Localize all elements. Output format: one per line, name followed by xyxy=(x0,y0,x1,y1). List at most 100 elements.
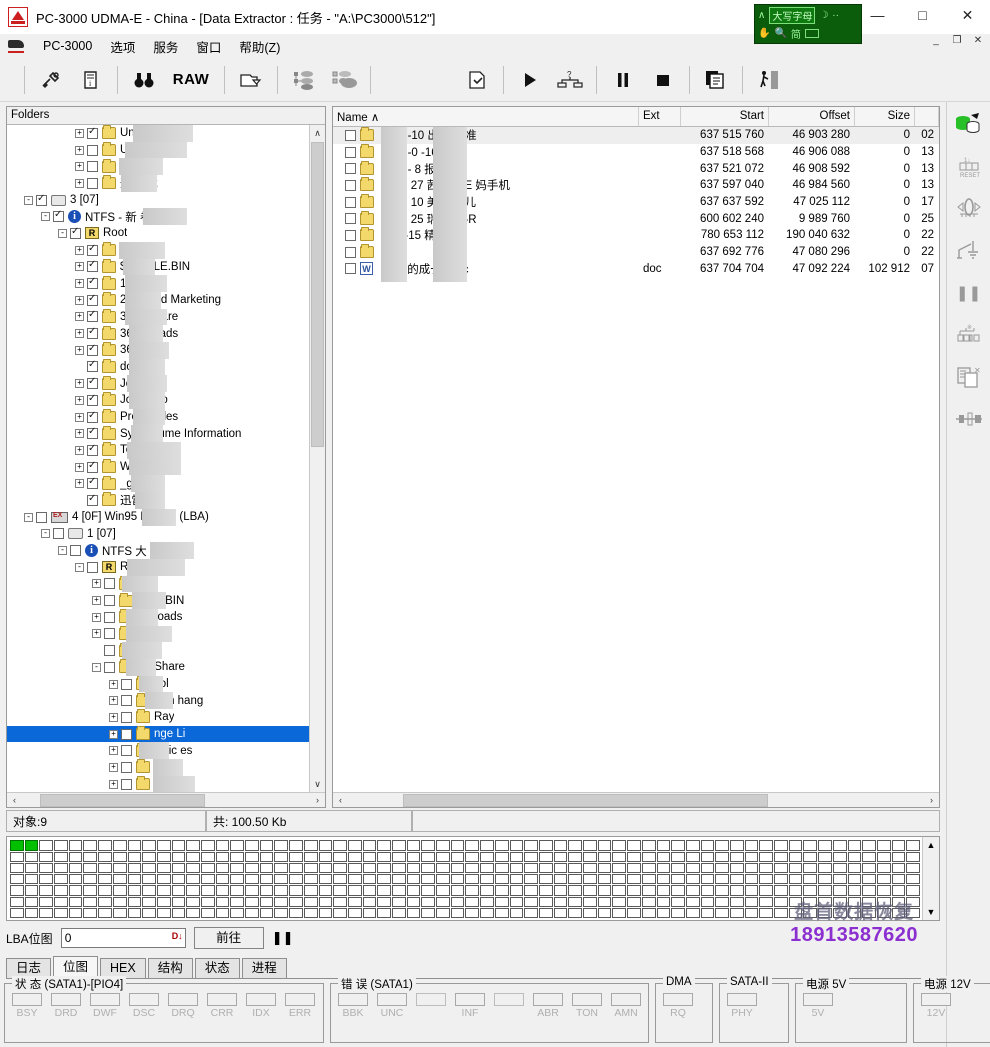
tree-checkbox[interactable] xyxy=(53,528,64,539)
bitmap-cell[interactable] xyxy=(377,885,391,895)
bitmap-cell[interactable] xyxy=(803,852,817,862)
bitmap-cell[interactable] xyxy=(436,863,450,873)
bitmap-cell[interactable] xyxy=(774,852,788,862)
tree-expander[interactable]: + xyxy=(109,780,118,789)
tree-node[interactable]: +Sys Volume Information xyxy=(7,425,309,442)
tree-node[interactable]: + r Pic es xyxy=(7,742,309,759)
bitmap-cell[interactable] xyxy=(730,885,744,895)
row-checkbox[interactable] xyxy=(345,130,356,141)
bitmap-cell[interactable] xyxy=(363,885,377,895)
ime-keyboard-icon[interactable] xyxy=(805,29,819,38)
bitmap-cell[interactable] xyxy=(113,874,127,884)
bitmap-cell[interactable] xyxy=(877,885,891,895)
bitmap-cell[interactable] xyxy=(598,874,612,884)
tab-位图[interactable]: 位图 xyxy=(53,956,98,978)
bitmap-cell[interactable] xyxy=(348,840,362,850)
tree-node[interactable]: +Ann hang xyxy=(7,692,309,709)
tree-checkbox[interactable] xyxy=(104,612,115,623)
bitmap-cell[interactable] xyxy=(701,874,715,884)
column-header-offset[interactable]: Offset xyxy=(769,107,855,126)
bitmap-cell[interactable] xyxy=(98,908,112,918)
tree-checkbox[interactable] xyxy=(121,729,132,740)
bitmap-cell[interactable] xyxy=(715,885,729,895)
bitmap-cell[interactable] xyxy=(216,897,230,907)
tree-node[interactable]: -iNTFS 大 ‘ xyxy=(7,542,309,559)
bitmap-cell[interactable] xyxy=(465,852,479,862)
bitmap-cell[interactable] xyxy=(230,840,244,850)
bitmap-cell[interactable] xyxy=(451,908,465,918)
bitmap-cell[interactable] xyxy=(172,908,186,918)
bitmap-cell[interactable] xyxy=(289,885,303,895)
bitmap-cell[interactable] xyxy=(848,840,862,850)
bitmap-cell[interactable] xyxy=(701,908,715,918)
bitmap-cell[interactable] xyxy=(10,908,24,918)
bitmap-cell[interactable] xyxy=(54,908,68,918)
bitmap-cell[interactable] xyxy=(142,852,156,862)
bitmap-cell[interactable] xyxy=(83,908,97,918)
bitmap-cell[interactable] xyxy=(348,852,362,862)
menu-item-window[interactable]: 窗口 xyxy=(187,34,230,59)
save-doc-icon[interactable] xyxy=(457,63,497,97)
bitmap-cell[interactable] xyxy=(142,874,156,884)
row-checkbox[interactable] xyxy=(345,213,356,224)
bitmap-cell[interactable] xyxy=(186,908,200,918)
bitmap-cell[interactable] xyxy=(407,874,421,884)
bitmap-cell[interactable] xyxy=(230,863,244,873)
bitmap-cell[interactable] xyxy=(539,840,553,850)
bitmap-cell[interactable] xyxy=(98,885,112,895)
bitmap-cell[interactable] xyxy=(83,874,97,884)
tree-expander[interactable]: + xyxy=(109,713,118,722)
bitmap-cell[interactable] xyxy=(319,840,333,850)
bitmap-cell[interactable] xyxy=(39,885,53,895)
bitmap-cell[interactable] xyxy=(539,885,553,895)
bitmap-cell[interactable] xyxy=(216,874,230,884)
bitmap-cell[interactable] xyxy=(113,852,127,862)
table-row[interactable]: W茜小 的成长足 ocdoc637 704 70447 092 224102 9… xyxy=(333,261,939,278)
bitmap-cell[interactable] xyxy=(128,885,142,895)
bitmap-cell[interactable] xyxy=(274,885,288,895)
bitmap-cell[interactable] xyxy=(892,908,906,918)
bitmap-scroll-down-icon[interactable]: ▼ xyxy=(923,904,939,920)
bitmap-cell[interactable] xyxy=(818,852,832,862)
bitmap-cell[interactable] xyxy=(554,897,568,907)
bitmap-cell[interactable] xyxy=(642,897,656,907)
bitmap-cell[interactable] xyxy=(686,908,700,918)
probe-icon[interactable] xyxy=(952,236,986,266)
bitmap-cell[interactable] xyxy=(465,908,479,918)
bitmap-cell[interactable] xyxy=(524,852,538,862)
bitmap-cell[interactable] xyxy=(657,908,671,918)
tree-checkbox[interactable] xyxy=(104,645,115,656)
bitmap-cell[interactable] xyxy=(157,885,171,895)
bitmap-cell[interactable] xyxy=(892,840,906,850)
run-exit-icon[interactable] xyxy=(749,63,789,97)
bitmap-cell[interactable] xyxy=(216,840,230,850)
tree-node[interactable]: -RRo xyxy=(7,559,309,576)
bitmap-cell[interactable] xyxy=(539,874,553,884)
bitmap-cell[interactable] xyxy=(245,874,259,884)
tree-node[interactable]: + Jol xyxy=(7,676,309,693)
bitmap-cell[interactable] xyxy=(274,852,288,862)
bitmap-cell[interactable] xyxy=(113,863,127,873)
find-binoculars-icon[interactable] xyxy=(124,63,164,97)
bitmap-cell[interactable] xyxy=(333,840,347,850)
ime-dots-icon[interactable]: ·· xyxy=(832,10,839,21)
bitmap-cell[interactable] xyxy=(304,852,318,862)
bitmap-scrollbar[interactable]: ▲ ▼ xyxy=(922,837,939,920)
bitmap-cell[interactable] xyxy=(230,852,244,862)
bitmap-cell[interactable] xyxy=(877,852,891,862)
bitmap-cell[interactable] xyxy=(510,897,524,907)
menu-item-pc3000[interactable]: PC-3000 xyxy=(34,36,101,56)
tree-checkbox[interactable] xyxy=(121,695,132,706)
bitmap-cell[interactable] xyxy=(539,897,553,907)
bitmap-cell[interactable] xyxy=(480,874,494,884)
bitmap-cell[interactable] xyxy=(789,852,803,862)
bitmap-cell[interactable] xyxy=(436,885,450,895)
bitmap-cell[interactable] xyxy=(642,863,656,873)
bitmap-cell[interactable] xyxy=(142,908,156,918)
bitmap-cell[interactable] xyxy=(627,874,641,884)
bitmap-cell[interactable] xyxy=(274,840,288,850)
bitmap-cell[interactable] xyxy=(745,908,759,918)
bitmap-cell[interactable] xyxy=(54,897,68,907)
bitmap-cell[interactable] xyxy=(245,863,259,873)
bitmap-cell[interactable] xyxy=(612,874,626,884)
